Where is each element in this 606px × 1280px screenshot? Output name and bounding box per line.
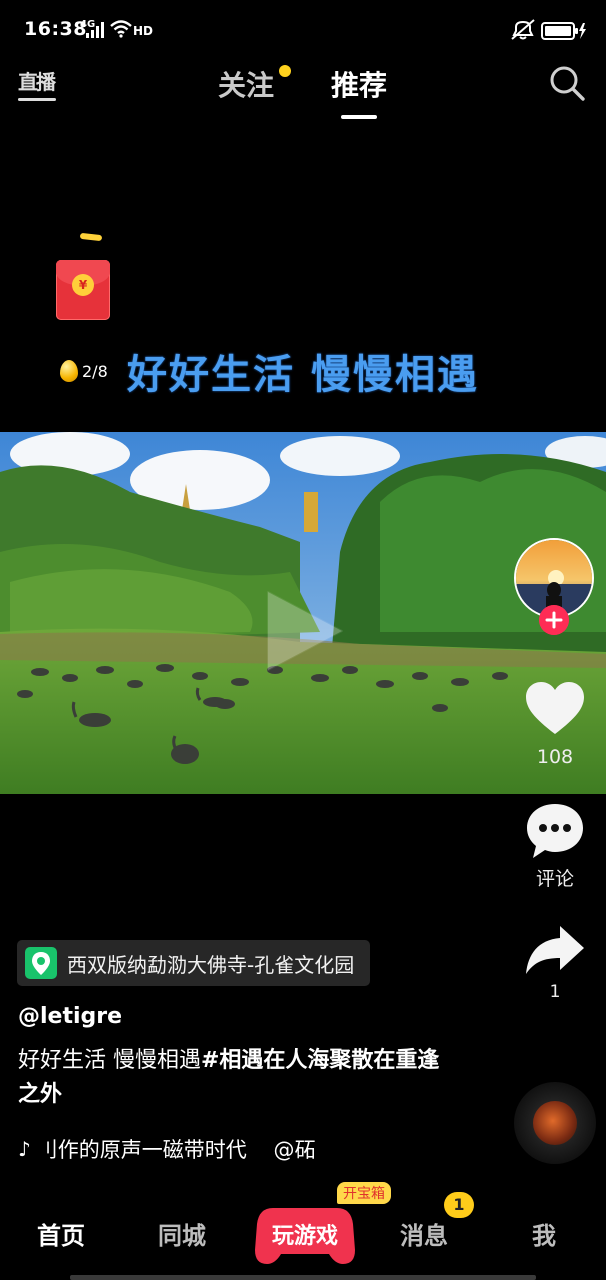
nav-me[interactable]: 我: [532, 1216, 556, 1251]
location-label: 西双版纳勐泐大佛寺-孔雀文化园: [67, 952, 355, 977]
share-count: 1: [549, 982, 561, 1002]
share-icon[interactable]: [524, 922, 586, 978]
nav-home[interactable]: 首页: [37, 1216, 85, 1251]
mute-icon: [511, 19, 535, 40]
description-text: 好好生活 慢慢相遇: [18, 1048, 201, 1073]
battery-icon: [541, 22, 586, 40]
live-underline: [18, 98, 56, 101]
tab-active-indicator: [341, 115, 377, 119]
treasure-badge: 开宝箱: [337, 1182, 391, 1204]
play-icon[interactable]: [258, 586, 348, 676]
video-caption: 好好生活 慢慢相遇: [127, 352, 479, 398]
video-description: 好好生活 慢慢相遇#相遇在人海聚散在重逢之外: [18, 1044, 458, 1112]
location-pin-icon: [25, 947, 57, 979]
search-icon[interactable]: [548, 64, 586, 102]
heart-icon[interactable]: [524, 680, 586, 738]
messages-badge: 1: [444, 1192, 474, 1218]
music-note-icon: ♪: [18, 1137, 31, 1161]
nav-city[interactable]: 同城: [158, 1216, 206, 1251]
music-title: 刂作的原声一磁带时代 @砳: [36, 1138, 316, 1162]
comment-label: 评论: [535, 868, 574, 890]
status-time: 16:38: [24, 18, 87, 40]
packet-timer-dash: [79, 232, 103, 242]
comment-icon[interactable]: [524, 800, 586, 862]
yuan-coin-icon: ¥: [72, 274, 94, 296]
location-tag[interactable]: 西双版纳勐泐大佛寺-孔雀文化园: [17, 940, 371, 986]
hd-indicator: HD: [133, 24, 154, 38]
author-username[interactable]: @letigre: [18, 1004, 122, 1029]
home-indicator: [70, 1275, 536, 1280]
nav-game-label: 玩游戏: [271, 1224, 338, 1249]
nav-messages[interactable]: 消息: [400, 1216, 448, 1251]
wifi-icon: [110, 20, 132, 38]
follow-new-dot: [279, 65, 291, 77]
charging-icon: [579, 23, 586, 39]
signal-icon: [86, 22, 104, 38]
tab-recommend[interactable]: 推荐: [331, 64, 387, 104]
tab-follow[interactable]: 关注: [218, 64, 274, 104]
music-row[interactable]: ♪ 刂作的原声一磁带时代 @砳: [18, 1134, 315, 1164]
plus-icon[interactable]: [539, 605, 569, 635]
live-label: 直播: [18, 70, 56, 94]
music-cover-icon: [533, 1101, 577, 1145]
like-count: 108: [536, 746, 574, 768]
